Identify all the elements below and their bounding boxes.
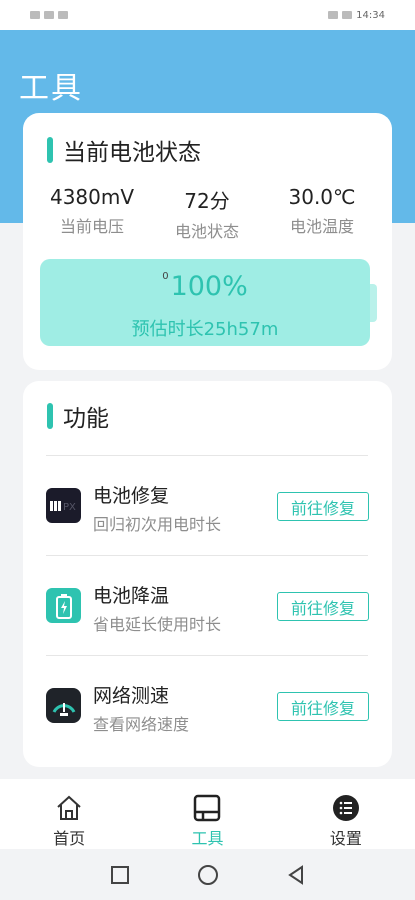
battery-repair-icon: PX — [46, 488, 81, 523]
stat-value: 30.0℃ — [288, 185, 356, 209]
settings-icon — [332, 795, 359, 821]
battery-graphic: 0100% 预估时长25h57m — [40, 259, 370, 346]
stat-temperature: 30.0℃ 电池温度 — [272, 185, 372, 242]
functions-section-header: 功能 — [47, 399, 109, 433]
status-time: 14:34 — [356, 9, 385, 21]
circle-icon — [197, 864, 218, 885]
battery-estimate: 预估时长25h57m — [131, 319, 279, 340]
nav-item-tools[interactable]: 工具 — [138, 779, 276, 849]
stat-value: 4380mV — [49, 185, 135, 209]
signal-icon — [30, 11, 40, 19]
back-triangle-icon — [287, 864, 303, 885]
nav-item-home[interactable]: 首页 — [0, 779, 138, 849]
back-button[interactable] — [252, 864, 340, 885]
nav-label: 首页 — [53, 829, 86, 848]
function-desc: 回归初次用电时长 — [93, 515, 222, 534]
repair-button[interactable]: 前往修复 — [277, 592, 369, 621]
section-accent-bar — [47, 137, 53, 163]
stat-voltage: 4380mV 当前电压 — [42, 185, 142, 242]
functions-card: 功能 PX 电池修复 回归初次用电时长 前往修复 电池降温 省电延长使用时长 前… — [23, 381, 392, 767]
battery-section-title: 当前电池状态 — [63, 140, 201, 166]
repair-button[interactable]: 前往修复 — [277, 492, 369, 521]
home-system-button[interactable] — [164, 864, 252, 886]
nav-label: 工具 — [191, 829, 224, 848]
stat-label: 电池温度 — [289, 217, 354, 236]
recents-button[interactable] — [76, 865, 164, 885]
battery-percent-value: 100% — [170, 271, 248, 302]
function-item-network-speed: 网络测速 查看网络速度 前往修复 — [23, 655, 392, 755]
system-nav-bar — [0, 849, 415, 900]
wifi-icon — [58, 11, 68, 19]
speedometer-icon — [46, 688, 81, 723]
battery-small-label: 0 — [162, 271, 169, 282]
battery-tip — [370, 284, 377, 322]
function-name: 网络测速 — [93, 685, 170, 707]
page-title: 工具 — [19, 71, 83, 106]
battery-status-icon — [342, 11, 353, 19]
svg-text:PX: PX — [63, 502, 76, 513]
battery-cooling-icon — [46, 588, 81, 623]
bottom-nav: 首页 工具 设置 — [0, 779, 415, 849]
function-item-battery-cooling: 电池降温 省电延长使用时长 前往修复 — [23, 555, 392, 655]
stat-label: 当前电压 — [59, 217, 124, 236]
function-desc: 省电延长使用时长 — [93, 615, 222, 634]
function-desc: 查看网络速度 — [93, 715, 190, 734]
stat-value: 72分 — [184, 189, 230, 213]
functions-section-title: 功能 — [63, 406, 109, 432]
status-icons-left — [30, 11, 68, 19]
function-name: 电池修复 — [93, 485, 170, 507]
stat-health: 72分 电池状态 — [157, 185, 257, 242]
function-item-battery-repair: PX 电池修复 回归初次用电时长 前往修复 — [23, 455, 392, 555]
nav-item-settings[interactable]: 设置 — [277, 779, 415, 849]
status-bar: 14:34 — [0, 0, 415, 30]
battery-stats: 4380mV 当前电压 72分 电池状态 30.0℃ 电池温度 — [23, 185, 392, 242]
section-accent-bar — [47, 403, 53, 429]
stat-label: 电池状态 — [174, 222, 239, 241]
function-name: 电池降温 — [93, 585, 170, 607]
status-icons-right: 14:34 — [328, 10, 385, 21]
battery-percent: 0100% — [40, 271, 370, 302]
alarm-icon — [328, 11, 339, 19]
nav-label: 设置 — [329, 829, 362, 848]
square-icon — [110, 865, 129, 884]
repair-button[interactable]: 前往修复 — [277, 692, 369, 721]
notification-icon — [44, 11, 54, 19]
battery-status-card: 当前电池状态 4380mV 当前电压 72分 电池状态 30.0℃ 电池温度 0… — [23, 113, 392, 370]
battery-section-header: 当前电池状态 — [47, 133, 201, 167]
tools-icon — [194, 794, 221, 822]
home-icon — [57, 795, 81, 820]
